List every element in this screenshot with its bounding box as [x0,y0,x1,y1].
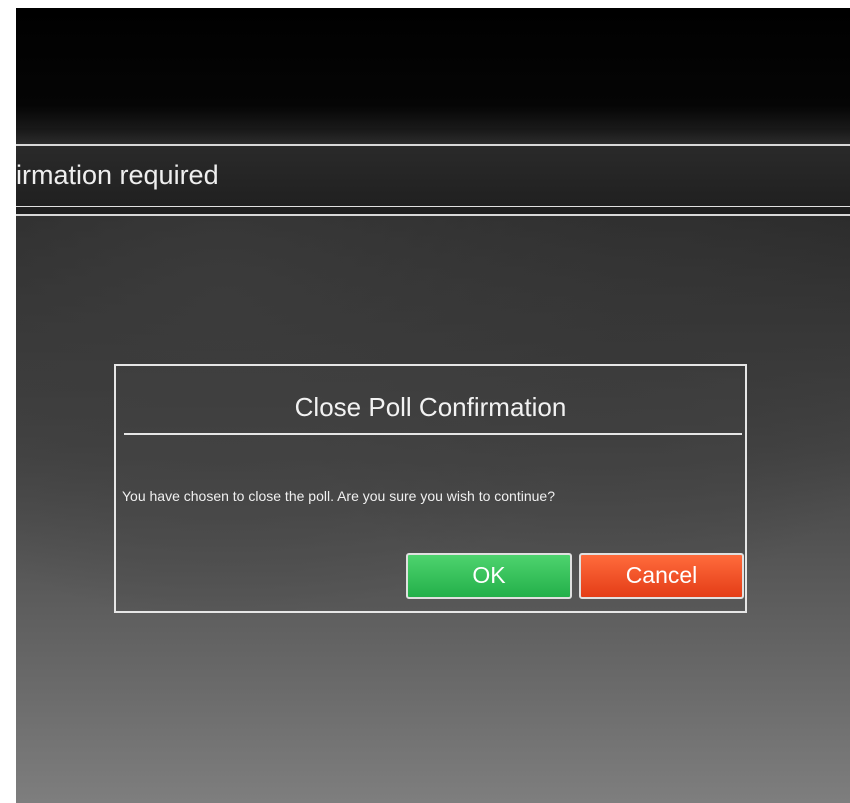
window-title: irmation required [16,160,219,190]
ok-button[interactable]: OK [406,553,572,599]
window-title-bar: irmation required [16,144,850,216]
title-bar-divider [16,206,850,207]
cancel-button[interactable]: Cancel [579,553,744,599]
dialog-divider [124,433,742,435]
screen-top-dark-area [16,8,850,130]
tv-screen: irmation required Close Poll Confirmatio… [16,8,850,803]
dialog-title: Close Poll Confirmation [294,392,567,422]
dialog-message: You have chosen to close the poll. Are y… [122,488,555,504]
close-poll-dialog: Close Poll Confirmation You have chosen … [114,364,747,613]
